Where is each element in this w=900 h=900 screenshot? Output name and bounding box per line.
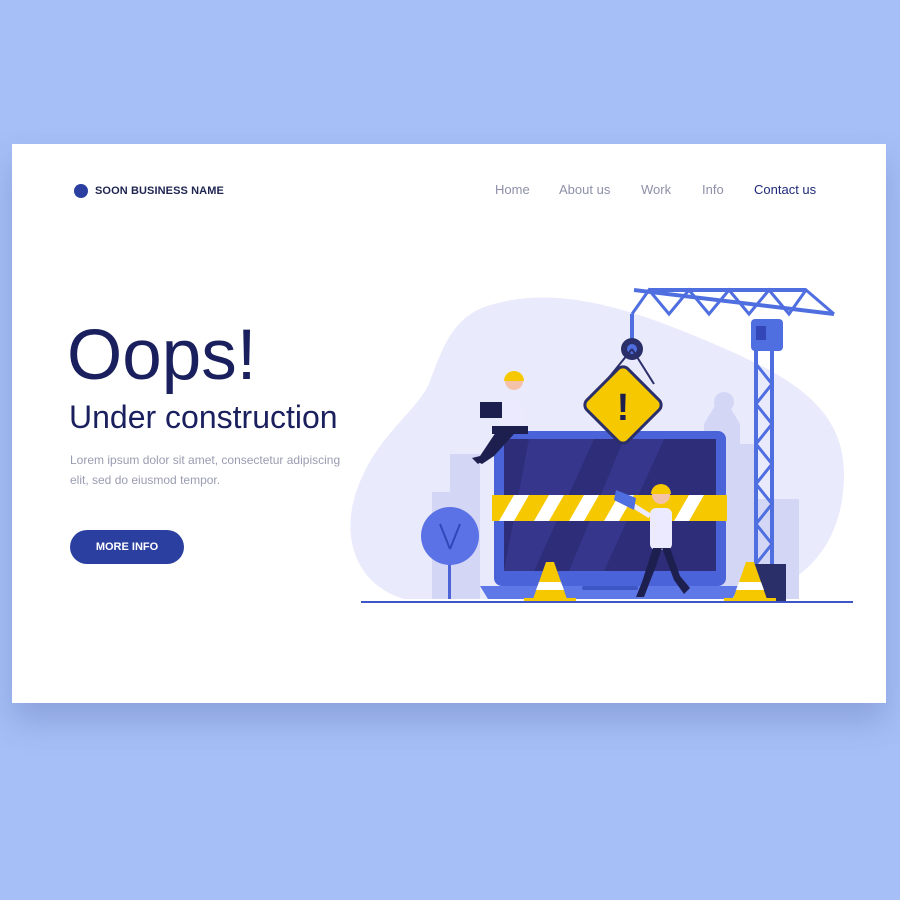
under-construction-illustration: !	[350, 287, 853, 603]
more-info-button[interactable]: MORE INFO	[70, 530, 184, 564]
nav-item-info[interactable]: Info	[702, 182, 724, 197]
worker-laptop-icon	[480, 402, 502, 418]
caution-tape	[492, 495, 727, 521]
nav-item-about-us[interactable]: About us	[559, 182, 610, 197]
nav-item-home[interactable]: Home	[495, 182, 530, 197]
hero-body-text: Lorem ipsum dolor sit amet, consectetur …	[70, 453, 341, 487]
top-nav: Home About us Work Info Contact us	[12, 182, 886, 202]
landing-card: SOON BUSINESS NAME Home About us Work In…	[12, 144, 886, 703]
nav-item-work[interactable]: Work	[641, 182, 671, 197]
hero-subtitle: Under construction	[69, 399, 338, 435]
warning-exclamation: !	[617, 387, 630, 429]
hero-title: Oops!	[67, 316, 257, 395]
crane-cab	[751, 319, 783, 351]
nav-item-contact-us[interactable]: Contact us	[754, 182, 816, 197]
